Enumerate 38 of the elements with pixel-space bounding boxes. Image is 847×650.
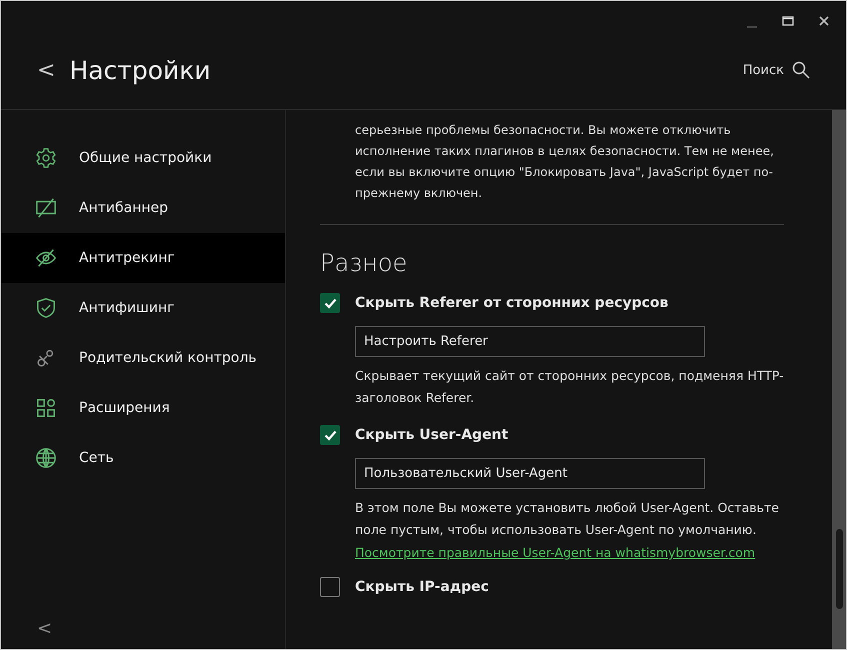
checkbox[interactable] (320, 425, 340, 445)
back-button[interactable]: < (37, 58, 56, 82)
option-label: Скрыть IP-адрес (355, 579, 489, 595)
sidebar-item[interactable]: Сеть (1, 433, 285, 483)
sidebar-item[interactable]: Антифишинг (1, 283, 285, 333)
minimize-icon (747, 26, 757, 28)
option-label: Скрыть User-Agent (355, 427, 508, 443)
checkbox[interactable] (320, 293, 340, 313)
sidebar-item[interactable]: Антибаннер (1, 183, 285, 233)
input-field[interactable]: Пользовательский User-Agent (355, 458, 705, 489)
description-text: серьезные проблемы безопасности. Вы можете отключить исполнение таких плагинов в целях безопасности. Тем не менее, если вы включите опцию "Блокировать Java", JavaScript будет по-прежнему включен. (355, 122, 775, 202)
sidebar-item[interactable]: Расширения (1, 383, 285, 433)
gear-icon (35, 147, 57, 169)
search-button[interactable]: Поиск (742, 61, 810, 79)
option-label: Скрыть Referer от сторонних ресурсов (355, 295, 668, 311)
check-icon (324, 430, 336, 440)
sidebar-item[interactable]: Родительский контроль (1, 333, 285, 383)
option-description: Скрывает текущий сайт от сторонних ресурсов, подменяя HTTP-заголовок Referer. (355, 367, 784, 407)
checkbox[interactable] (320, 577, 340, 597)
page-title: Настройки (69, 56, 212, 84)
globe-icon (35, 447, 57, 469)
crossed-eye-icon (35, 247, 57, 269)
sidebar-item[interactable]: Общие настройки (1, 133, 285, 183)
check-icon (324, 298, 336, 308)
section-title: Разное (320, 249, 408, 277)
option-description: В этом поле Вы можете установить любой User-Agent. Оставьте поле пустым, чтобы использовать User-Agent по умолчанию. (355, 499, 780, 539)
grid-icon (35, 397, 57, 419)
close-icon (818, 15, 830, 27)
crossed-screen-icon (35, 197, 57, 219)
link[interactable]: Посмотрите правильные User-Agent на whatismybrowser.com (355, 545, 756, 560)
maximize-icon (782, 15, 794, 27)
input-field[interactable]: Настроить Referer (355, 326, 705, 357)
collapse-button[interactable]: < (37, 618, 57, 639)
sidebar-item[interactable]: Антитрекинг (1, 233, 285, 283)
scrollbar[interactable] (832, 110, 846, 649)
shield-check-icon (35, 297, 57, 319)
search-icon (792, 61, 810, 79)
scrollbar-thumb[interactable] (836, 529, 842, 609)
